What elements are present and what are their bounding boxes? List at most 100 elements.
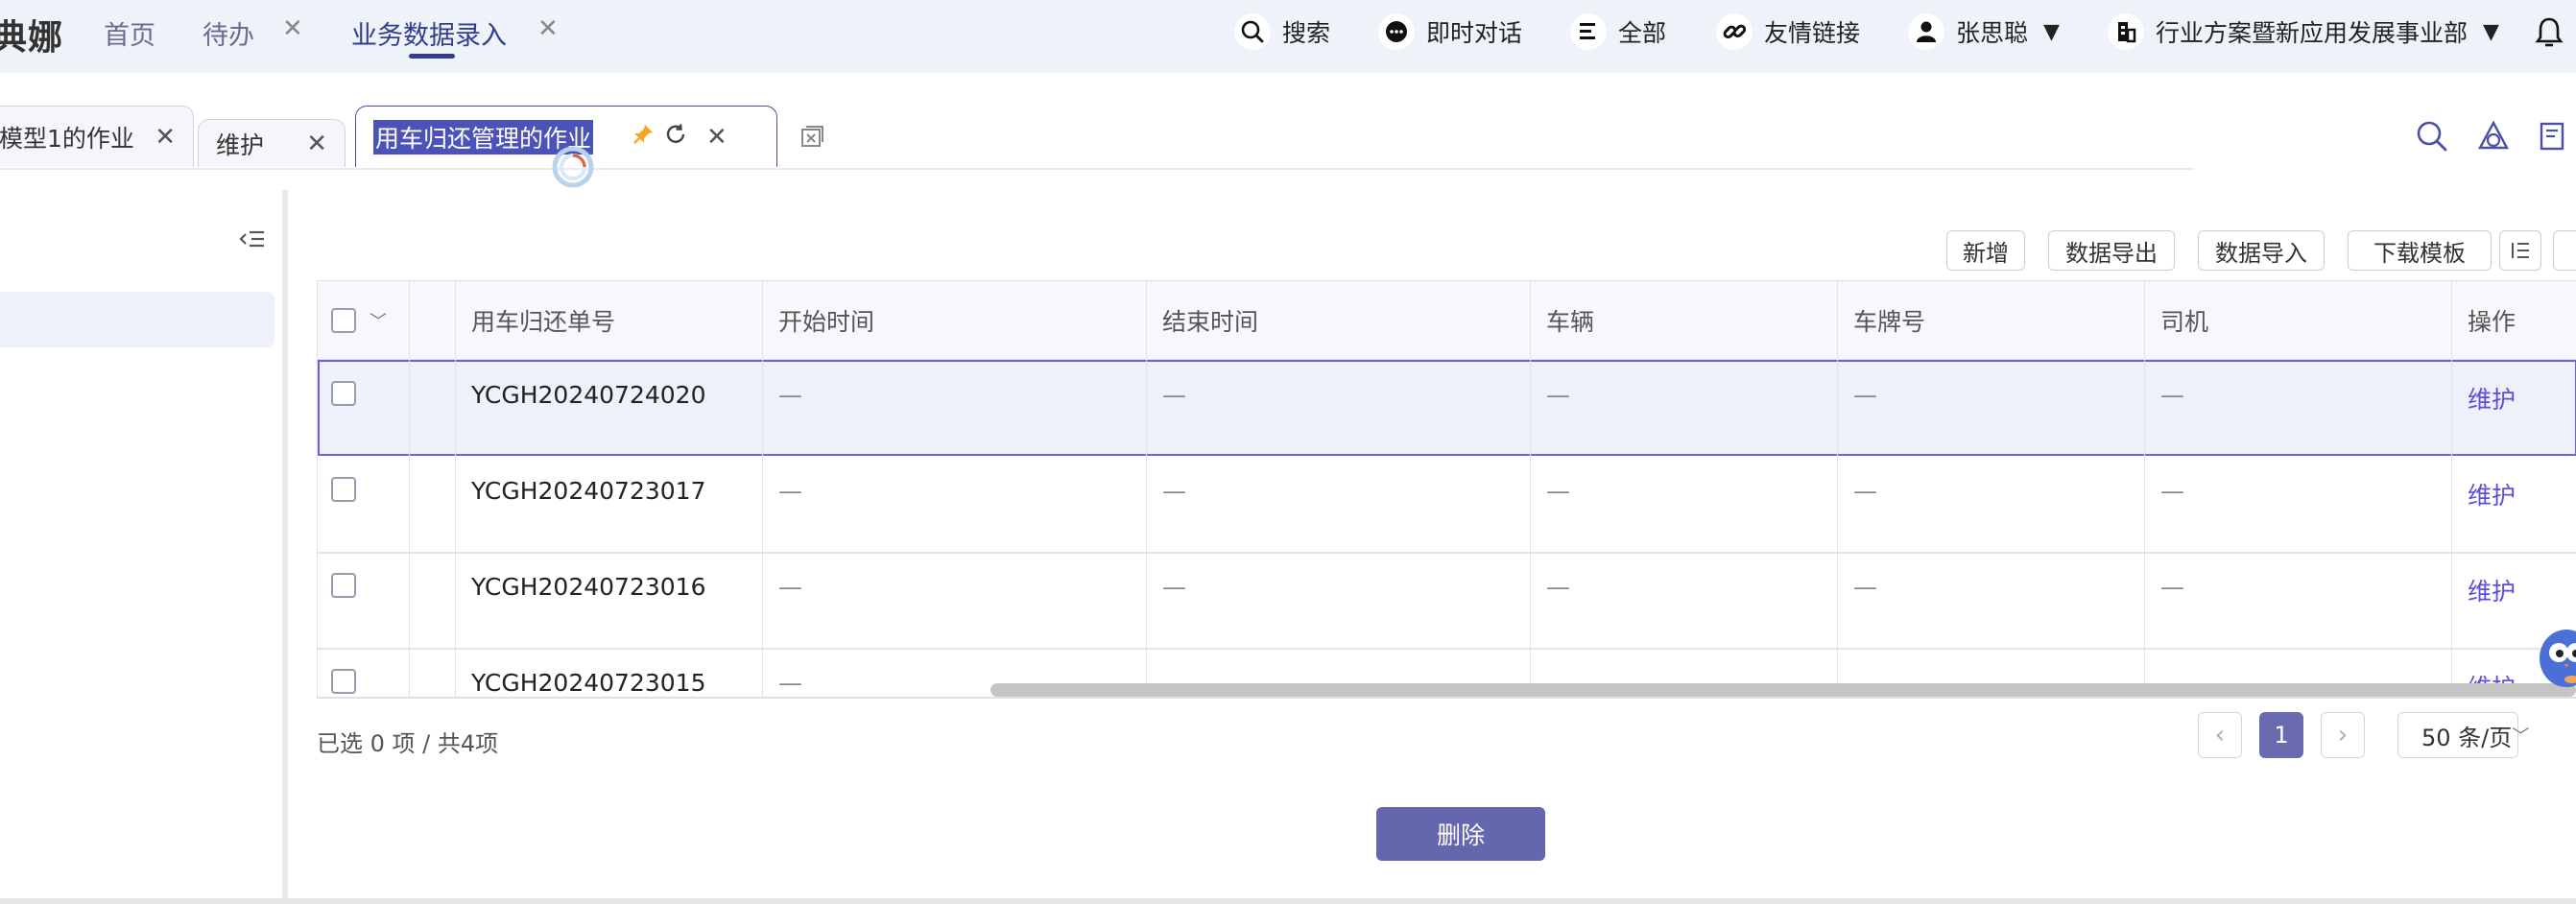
close-all-tabs-icon[interactable] [799, 123, 825, 155]
all-menu-button[interactable]: 全部 [1570, 12, 1666, 51]
pin-icon[interactable] [632, 123, 655, 152]
next-page-chevron-right-icon[interactable]: › [2321, 712, 2365, 758]
cell-plate: — [1838, 552, 2145, 648]
loading-spinner-icon [552, 146, 594, 188]
sidebar-collapse-icon[interactable] [238, 225, 267, 253]
header-return-no[interactable]: 用车归还单号 [456, 281, 763, 359]
row-checkbox[interactable] [331, 669, 356, 694]
select-all-checkbox[interactable] [331, 307, 356, 333]
page-number-button[interactable]: 1 [2259, 712, 2303, 758]
menu-list-icon [1570, 13, 1607, 50]
search-icon [1234, 13, 1271, 50]
chat-label: 即时对话 [1426, 19, 1523, 47]
cell-driver: — [2145, 456, 2452, 552]
brand-logo: 典娜 [0, 18, 64, 58]
cell-end-time: — [1147, 552, 1531, 648]
sidebar-item-selected[interactable] [0, 292, 274, 347]
page-tab-bar: 模型1的作业 ✕ 维护 ✕ 用车归还管理的作业 ✕ [0, 73, 2576, 171]
select-dropdown-chevron-down-icon[interactable]: ﹀ [370, 308, 387, 333]
sidebar [0, 190, 288, 900]
cell-start-time: — [763, 456, 1147, 552]
header-driver[interactable]: 司机 [2145, 281, 2452, 359]
header-start-time[interactable]: 开始时间 [763, 281, 1147, 359]
select-all-cell: ﹀ [318, 281, 410, 359]
cell-end-time: — [1147, 360, 1531, 456]
link-icon [1716, 13, 1753, 50]
top-navigation-bar: 典娜 首页 待办 ✕ 业务数据录入 ✕ 搜索 即时对话 全部 友情链接 张思聪 … [0, 0, 2576, 73]
header-end-time[interactable]: 结束时间 [1147, 281, 1531, 359]
drag-column-header [410, 281, 456, 359]
page-size-chevron-down-icon: ﹀ [2512, 726, 2530, 747]
row-checkbox[interactable] [331, 573, 356, 598]
org-name: 行业方案暨新应用发展事业部 [2156, 19, 2469, 47]
row-checkbox[interactable] [331, 381, 356, 406]
cell-plate: — [1838, 360, 2145, 456]
import-data-button[interactable]: 数据导入 [2198, 230, 2325, 271]
header-action: 操作 [2468, 307, 2516, 336]
row-drag-cell [410, 360, 456, 456]
notification-bell-icon[interactable] [2534, 15, 2564, 56]
tab-model1-job[interactable]: 模型1的作业 ✕ [0, 106, 194, 167]
nav-business-data-entry[interactable]: 业务数据录入 [351, 14, 507, 52]
shapes-icon[interactable] [2476, 119, 2511, 154]
cell-driver: — [2145, 360, 2452, 456]
form-edit-icon[interactable] [2538, 119, 2572, 154]
friendly-links-button[interactable]: 友情链接 [1716, 12, 1860, 51]
tab-bar-divider [0, 168, 2194, 170]
tab-maintain-close-icon[interactable]: ✕ [306, 130, 327, 158]
row-checkbox[interactable] [331, 477, 356, 502]
user-name: 张思聪 [1956, 19, 2029, 47]
column-settings-icon[interactable] [2499, 230, 2541, 271]
nav-business-data-entry-close-icon[interactable]: ✕ [537, 14, 559, 43]
page-size-select[interactable]: 50 条/页 ﹀ [2397, 712, 2529, 758]
data-table: ﹀ 用车归还单号 开始时间 结束时间 车辆 车牌号 司机 操作 YCGH2024… [317, 280, 2576, 699]
page-size-value: 50 条/页 [2421, 724, 2513, 751]
cell-return-no: YCGH20240723016 [456, 552, 763, 648]
cell-start-time: — [763, 552, 1147, 648]
horizontal-scrollbar[interactable] [990, 683, 2576, 697]
row-drag-cell [410, 552, 456, 648]
page-bottom-border [0, 898, 2576, 904]
cell-driver: — [2145, 552, 2452, 648]
header-plate[interactable]: 车牌号 [1838, 281, 2145, 359]
nav-todo[interactable]: 待办 [203, 14, 254, 52]
nav-home[interactable]: 首页 [104, 14, 155, 52]
maintain-link[interactable]: 维护 [2452, 456, 2576, 552]
org-menu[interactable]: 行业方案暨新应用发展事业部 ▼ [2108, 12, 2499, 51]
add-button[interactable]: 新增 [1946, 230, 2025, 271]
all-label: 全部 [1618, 19, 1667, 47]
delete-button[interactable]: 删除 [1376, 807, 1545, 861]
cell-vehicle: — [1531, 360, 1838, 456]
tab-vehicle-return-job-close-icon[interactable]: ✕ [706, 123, 727, 152]
maintain-link[interactable]: 维护 [2452, 360, 2576, 456]
cell-return-no: YCGH20240724020 [456, 360, 763, 456]
active-nav-indicator [409, 54, 455, 59]
download-template-button[interactable]: 下载模板 [2348, 230, 2492, 271]
table-row[interactable]: YCGH20240723016 — — — — — 维护 [318, 552, 2576, 648]
cell-return-no: YCGH20240723015 [456, 648, 763, 699]
refresh-icon[interactable] [664, 123, 687, 152]
table-row[interactable]: YCGH20240724020 — — — — — 维护 [318, 360, 2576, 456]
more-settings-icon[interactable] [2553, 230, 2576, 271]
tab-maintain-label: 维护 [216, 131, 265, 159]
row-checkbox-cell [318, 648, 410, 699]
cell-plate: — [1838, 456, 2145, 552]
row-checkbox-cell [318, 456, 410, 552]
page-search-icon[interactable] [2415, 119, 2449, 154]
assistant-owl-icon[interactable] [2536, 624, 2576, 691]
prev-page-chevron-left-icon[interactable]: ‹ [2198, 712, 2242, 758]
header-vehicle[interactable]: 车辆 [1531, 281, 1838, 359]
user-icon [1908, 13, 1944, 50]
instant-chat-button[interactable]: 即时对话 [1378, 12, 1522, 51]
user-menu[interactable]: 张思聪 ▼ [1908, 12, 2060, 51]
tab-maintain[interactable]: 维护 ✕ [198, 119, 346, 167]
selection-summary: 已选 0 项 / 共4项 [317, 730, 499, 757]
org-caret-down-icon: ▼ [2483, 19, 2499, 44]
nav-todo-close-icon[interactable]: ✕ [282, 14, 303, 43]
export-data-button[interactable]: 数据导出 [2048, 230, 2175, 271]
cell-start-time: — [763, 360, 1147, 456]
table-row[interactable]: YCGH20240723017 — — — — — 维护 [318, 456, 2576, 552]
search-button[interactable]: 搜索 [1234, 12, 1330, 51]
friendly-links-label: 友情链接 [1764, 19, 1861, 47]
tab-model1-job-close-icon[interactable]: ✕ [155, 123, 176, 152]
